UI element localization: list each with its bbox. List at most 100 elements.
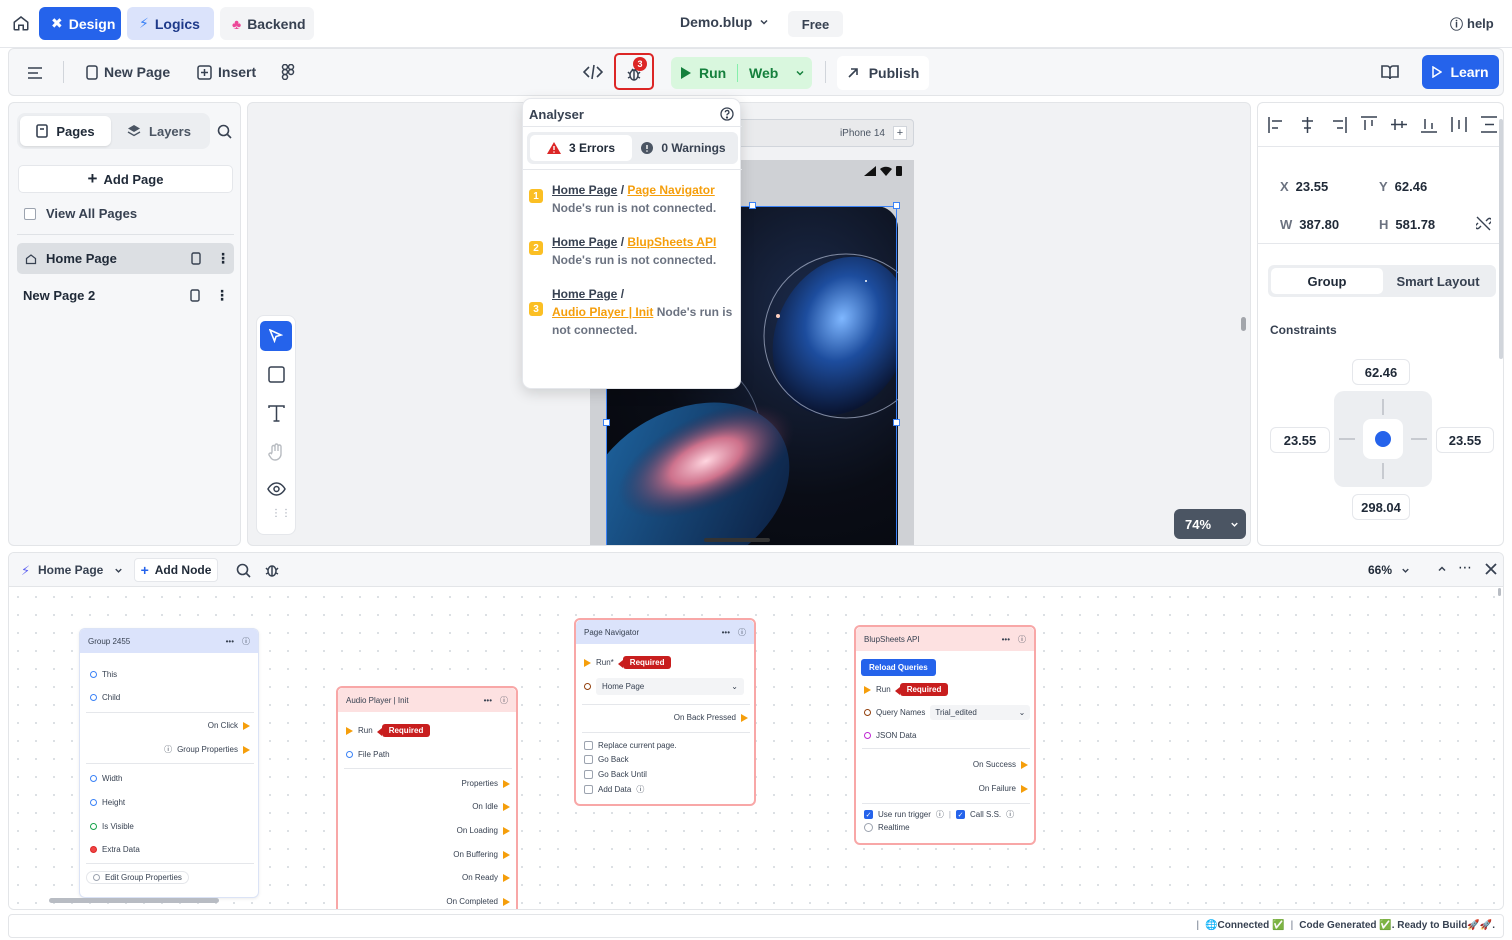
- resize-handle[interactable]: [893, 202, 900, 209]
- output-port[interactable]: [243, 721, 250, 730]
- tab-layers[interactable]: Layers: [111, 116, 207, 146]
- checkbox[interactable]: [584, 755, 593, 764]
- more-horizontal-icon[interactable]: •••: [722, 628, 730, 637]
- output-port[interactable]: [741, 713, 748, 722]
- resize-handle[interactable]: [893, 419, 900, 426]
- plan-badge[interactable]: Free: [788, 11, 843, 37]
- more-horizontal-icon[interactable]: •••: [484, 696, 492, 705]
- output-port[interactable]: [503, 873, 510, 882]
- bug-icon[interactable]: [264, 562, 280, 578]
- learn-button[interactable]: Learn: [1422, 55, 1499, 89]
- align-left-icon[interactable]: [1268, 116, 1285, 133]
- port-circle[interactable]: [584, 683, 591, 690]
- add-node-button[interactable]: + Add Node: [134, 558, 218, 582]
- logics-mode-button[interactable]: ⚡ Logics: [127, 7, 214, 40]
- search-icon[interactable]: [236, 563, 251, 578]
- resize-handle[interactable]: [749, 202, 756, 209]
- help-icon[interactable]: ⓘ: [1018, 634, 1026, 645]
- port-circle[interactable]: [90, 823, 97, 830]
- y-field[interactable]: Y 62.46: [1379, 179, 1427, 194]
- constraint-bottom[interactable]: 298.04: [1352, 494, 1410, 520]
- unlink-icon[interactable]: [1476, 216, 1491, 231]
- platform-dropdown[interactable]: Web: [738, 65, 806, 81]
- constraint-line[interactable]: [1382, 399, 1384, 415]
- output-port[interactable]: [1021, 784, 1028, 793]
- eye-icon[interactable]: [267, 482, 286, 496]
- hand-tool[interactable]: [268, 443, 285, 461]
- logic-zoom-dropdown[interactable]: 66%: [1368, 563, 1411, 577]
- checkbox-checked[interactable]: ✓: [864, 810, 873, 819]
- book-icon[interactable]: [1381, 65, 1399, 80]
- view-all-pages-checkbox[interactable]: View All Pages: [24, 206, 137, 221]
- output-port[interactable]: [1021, 760, 1028, 769]
- port-circle[interactable]: [864, 732, 871, 739]
- logic-page-dropdown[interactable]: Home Page: [38, 563, 124, 577]
- text-tool[interactable]: [268, 405, 285, 422]
- constraint-right[interactable]: 23.55: [1436, 427, 1494, 453]
- constraint-top[interactable]: 62.46: [1352, 359, 1410, 385]
- file-name-dropdown[interactable]: Demo.blup: [680, 14, 770, 30]
- align-bottom-icon[interactable]: [1421, 116, 1437, 133]
- constraint-line[interactable]: [1382, 463, 1384, 479]
- phone-icon[interactable]: [190, 288, 200, 302]
- constraint-left[interactable]: 23.55: [1270, 427, 1330, 453]
- chevron-up-icon[interactable]: [1436, 563, 1448, 575]
- code-icon[interactable]: [583, 64, 603, 80]
- constraint-line[interactable]: [1339, 438, 1355, 440]
- zoom-dropdown[interactable]: 74%: [1174, 509, 1246, 539]
- help-icon[interactable]: ⓘ: [738, 627, 746, 638]
- checkbox[interactable]: [584, 741, 593, 750]
- page-item-new-page-2[interactable]: New Page 2 ⋮: [23, 283, 234, 307]
- checkbox[interactable]: [864, 823, 873, 832]
- close-icon[interactable]: [1485, 563, 1497, 575]
- output-port[interactable]: [503, 779, 510, 788]
- scrollbar[interactable]: [1499, 119, 1503, 359]
- backend-mode-button[interactable]: ♣ Backend: [220, 7, 314, 40]
- more-vertical-icon[interactable]: ⋮: [200, 287, 229, 304]
- phone-icon[interactable]: [191, 252, 201, 265]
- checkbox[interactable]: [24, 207, 36, 220]
- page-link[interactable]: Home Page: [552, 235, 617, 249]
- height-field[interactable]: H 581.78: [1379, 217, 1435, 232]
- scrollbar[interactable]: [49, 898, 219, 903]
- node-link[interactable]: Audio Player | Init: [552, 305, 653, 319]
- port-circle[interactable]: [90, 799, 97, 806]
- port-circle[interactable]: [90, 846, 97, 853]
- input-port[interactable]: [346, 726, 353, 735]
- tab-group[interactable]: Group: [1271, 268, 1383, 294]
- design-mode-button[interactable]: ✖ Design: [39, 7, 121, 40]
- output-port[interactable]: [243, 745, 250, 754]
- more-vertical-icon[interactable]: ⋮: [210, 250, 230, 267]
- design-canvas[interactable]: iPhone 14 + ⋮⋮ 74%: [247, 102, 1251, 546]
- tab-smart-layout[interactable]: Smart Layout: [1383, 268, 1493, 294]
- port-circle[interactable]: [90, 775, 97, 782]
- audio-player-node[interactable]: Audio Player | Init ••• ⓘ Run Required Fil…: [336, 686, 518, 909]
- scrollbar[interactable]: [1498, 588, 1501, 596]
- align-top-icon[interactable]: [1361, 116, 1377, 133]
- distribute-h-icon[interactable]: [1451, 116, 1467, 133]
- rectangle-tool[interactable]: [268, 366, 285, 383]
- publish-button[interactable]: Publish: [837, 56, 929, 90]
- input-port[interactable]: [584, 658, 591, 667]
- tab-pages[interactable]: Pages: [20, 116, 111, 146]
- output-port[interactable]: [503, 802, 510, 811]
- output-port[interactable]: [503, 826, 510, 835]
- help-icon[interactable]: ⓘ: [242, 636, 250, 647]
- select-tool[interactable]: [260, 321, 292, 351]
- figma-icon[interactable]: [281, 64, 295, 80]
- tab-warnings[interactable]: 0 Warnings: [632, 135, 735, 161]
- checkbox[interactable]: [584, 770, 593, 779]
- more-horizontal-icon[interactable]: •••: [226, 637, 234, 646]
- node-link[interactable]: BlupSheets API: [627, 235, 716, 249]
- help-icon[interactable]: [720, 107, 734, 121]
- new-page-button[interactable]: New Page: [86, 64, 170, 80]
- device-selector[interactable]: iPhone 14 +: [728, 119, 914, 147]
- query-select[interactable]: Trial_edited ⌄: [930, 705, 1031, 720]
- checkbox[interactable]: [584, 785, 593, 794]
- node-link[interactable]: Page Navigator: [627, 183, 714, 197]
- help-link[interactable]: ⓘ help: [1450, 14, 1494, 33]
- align-center-h-icon[interactable]: [1299, 116, 1316, 133]
- reload-queries-button[interactable]: Reload Queries: [861, 659, 936, 676]
- more-horizontal-icon[interactable]: ⋯: [1458, 559, 1472, 576]
- edit-group-properties[interactable]: Edit Group Properties: [86, 871, 189, 884]
